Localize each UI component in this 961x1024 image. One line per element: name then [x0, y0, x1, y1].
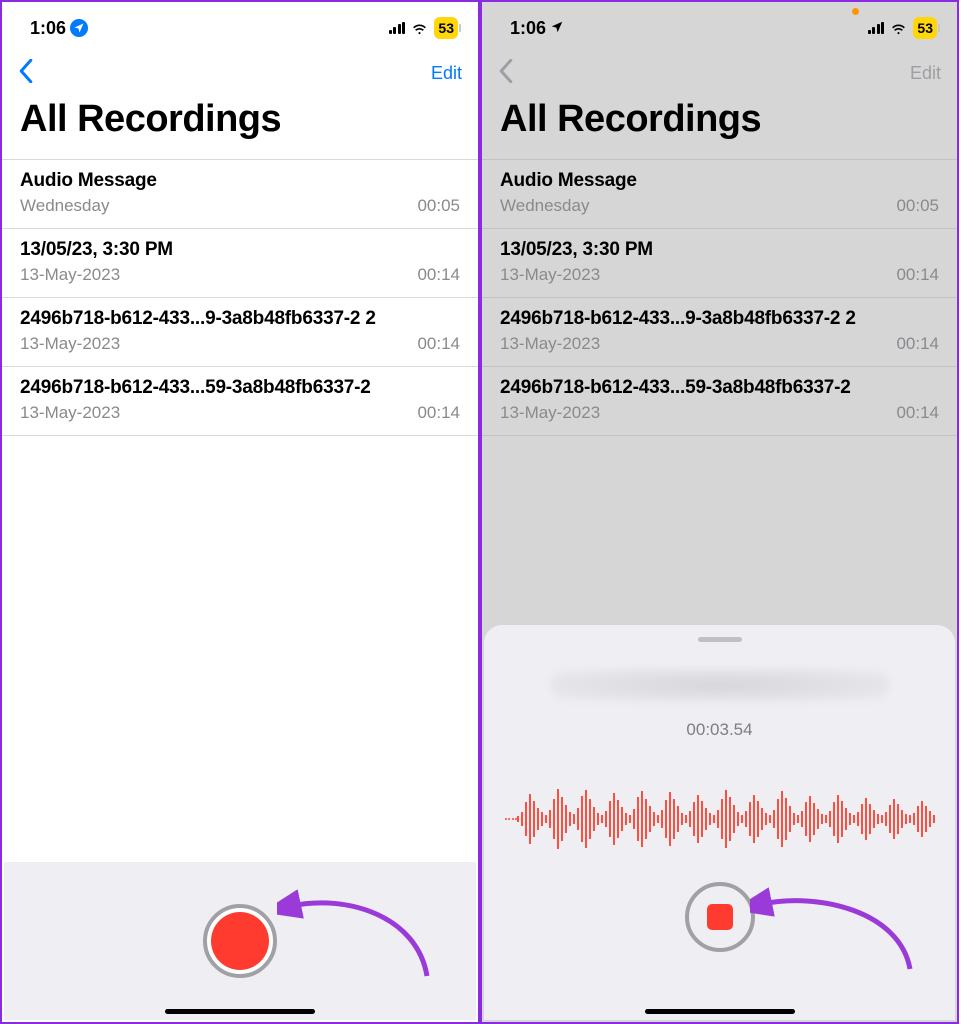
recording-duration: 00:14	[417, 403, 460, 423]
recording-title: 2496b718-b612-433...9-3a8b48fb6337-2 2	[500, 308, 939, 330]
recording-row[interactable]: Audio Message Wednesday 00:05	[2, 160, 478, 229]
record-icon	[211, 912, 269, 970]
recording-title: 2496b718-b612-433...59-3a8b48fb6337-2	[500, 377, 939, 399]
recording-indicator-dot-icon	[852, 8, 859, 15]
elapsed-time: 00:03.54	[686, 720, 752, 740]
sheet-grabber[interactable]	[698, 637, 742, 642]
page-title: All Recordings	[2, 92, 478, 159]
clock: 1:06	[30, 18, 66, 39]
recording-subtitle: 13-May-2023	[20, 334, 120, 354]
recording-row[interactable]: 2496b718-b612-433...9-3a8b48fb6337-2 2 1…	[2, 298, 478, 367]
recording-list[interactable]: Audio Message Wednesday 00:05 13/05/23, 3…	[2, 159, 478, 436]
recording-sheet[interactable]: 00:03.54	[484, 625, 955, 1020]
back-button[interactable]	[498, 59, 514, 87]
edit-button[interactable]: Edit	[431, 63, 462, 84]
recording-name-blurred	[550, 668, 890, 702]
recording-duration: 00:05	[896, 196, 939, 216]
stop-icon	[707, 904, 733, 930]
clock: 1:06	[510, 18, 546, 39]
phone-recording: 1:06 53 Edit All Recordings Audio Messag…	[480, 0, 959, 1024]
recording-duration: 00:14	[896, 403, 939, 423]
wifi-icon	[890, 20, 907, 37]
waveform[interactable]	[505, 776, 935, 862]
status-bar: 1:06 53	[2, 2, 478, 54]
recording-title: 2496b718-b612-433...9-3a8b48fb6337-2 2	[20, 308, 460, 330]
record-toolbar	[4, 862, 476, 1020]
battery-indicator: 53	[913, 17, 937, 39]
location-icon	[550, 18, 564, 39]
recording-row[interactable]: 2496b718-b612-433...9-3a8b48fb6337-2 2 1…	[482, 298, 957, 367]
location-icon	[70, 19, 88, 37]
cellular-icon	[868, 22, 885, 34]
stop-button[interactable]	[685, 882, 755, 952]
navigation-bar: Edit	[482, 54, 957, 92]
recording-subtitle: Wednesday	[500, 196, 589, 216]
recording-title: 13/05/23, 3:30 PM	[500, 239, 939, 261]
back-button[interactable]	[18, 59, 34, 87]
waveform-leading-icon	[505, 818, 517, 820]
phone-idle: 1:06 53 Edit All Recordings Audio Messag…	[0, 0, 480, 1024]
cellular-icon	[389, 22, 406, 34]
recording-subtitle: Wednesday	[20, 196, 109, 216]
recording-subtitle: 13-May-2023	[500, 403, 600, 423]
recording-title: Audio Message	[500, 170, 939, 192]
edit-button[interactable]: Edit	[910, 63, 941, 84]
navigation-bar: Edit	[2, 54, 478, 92]
recording-title: 2496b718-b612-433...59-3a8b48fb6337-2	[20, 377, 460, 399]
recording-duration: 00:14	[896, 265, 939, 285]
recording-duration: 00:14	[417, 334, 460, 354]
recording-row[interactable]: 13/05/23, 3:30 PM 13-May-2023 00:14	[2, 229, 478, 298]
recording-row[interactable]: 13/05/23, 3:30 PM 13-May-2023 00:14	[482, 229, 957, 298]
recording-subtitle: 13-May-2023	[500, 265, 600, 285]
page-title: All Recordings	[482, 92, 957, 159]
recording-subtitle: 13-May-2023	[20, 265, 120, 285]
recording-row[interactable]: 2496b718-b612-433...59-3a8b48fb6337-2 13…	[2, 367, 478, 436]
home-indicator[interactable]	[165, 1009, 315, 1014]
recording-row[interactable]: Audio Message Wednesday 00:05	[482, 160, 957, 229]
recording-row[interactable]: 2496b718-b612-433...59-3a8b48fb6337-2 13…	[482, 367, 957, 436]
record-button[interactable]	[203, 904, 277, 978]
recording-list[interactable]: Audio Message Wednesday 00:05 13/05/23, 3…	[482, 159, 957, 436]
home-indicator[interactable]	[645, 1009, 795, 1014]
recording-subtitle: 13-May-2023	[20, 403, 120, 423]
recording-title: 13/05/23, 3:30 PM	[20, 239, 460, 261]
battery-indicator: 53	[434, 17, 458, 39]
waveform-bars-icon	[517, 776, 935, 862]
recording-duration: 00:14	[896, 334, 939, 354]
recording-duration: 00:14	[417, 265, 460, 285]
status-bar: 1:06 53	[482, 2, 957, 54]
recording-subtitle: 13-May-2023	[500, 334, 600, 354]
wifi-icon	[411, 20, 428, 37]
recording-title: Audio Message	[20, 170, 460, 192]
recording-duration: 00:05	[417, 196, 460, 216]
